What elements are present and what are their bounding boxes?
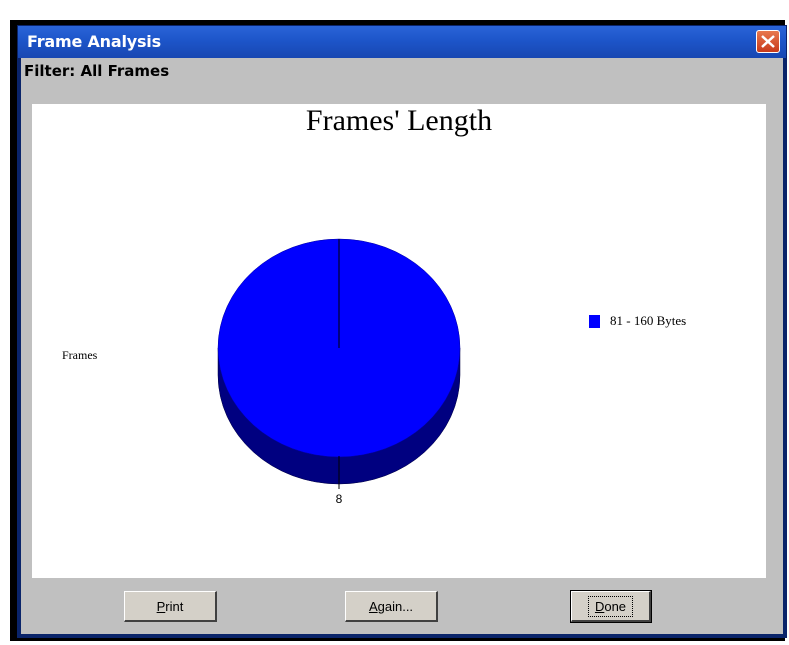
axis-label-frames: Frames: [62, 348, 98, 362]
legend: 81 - 160 Bytes: [589, 313, 686, 329]
chart-title: Frames' Length: [305, 104, 493, 137]
done-button[interactable]: Done: [570, 590, 652, 623]
filter-label: Filter: All Frames: [24, 62, 170, 80]
data-label: 8: [336, 492, 343, 506]
close-button[interactable]: [756, 30, 780, 53]
chart-area: 8 Frames' Length Frames 81 - 160 Bytes: [32, 104, 766, 578]
done-button-label: Done: [587, 595, 634, 617]
window-title: Frame Analysis: [27, 32, 161, 51]
title-bar[interactable]: Frame Analysis: [18, 26, 786, 58]
dialog-client: Filter: All Frames 8 Frames' Length Fram…: [21, 58, 783, 634]
print-button[interactable]: Print: [124, 591, 217, 622]
pie-chart: 8: [217, 238, 461, 506]
legend-entry: 81 - 160 Bytes: [610, 313, 687, 328]
again-button-label: Again...: [368, 598, 414, 614]
print-button-label: Print: [156, 598, 184, 614]
legend-swatch: [589, 314, 600, 328]
frame-analysis-window: Frame Analysis Filter: All Frames 8 Fram…: [17, 25, 787, 638]
close-icon: [761, 35, 775, 48]
again-button[interactable]: Again...: [345, 591, 438, 622]
